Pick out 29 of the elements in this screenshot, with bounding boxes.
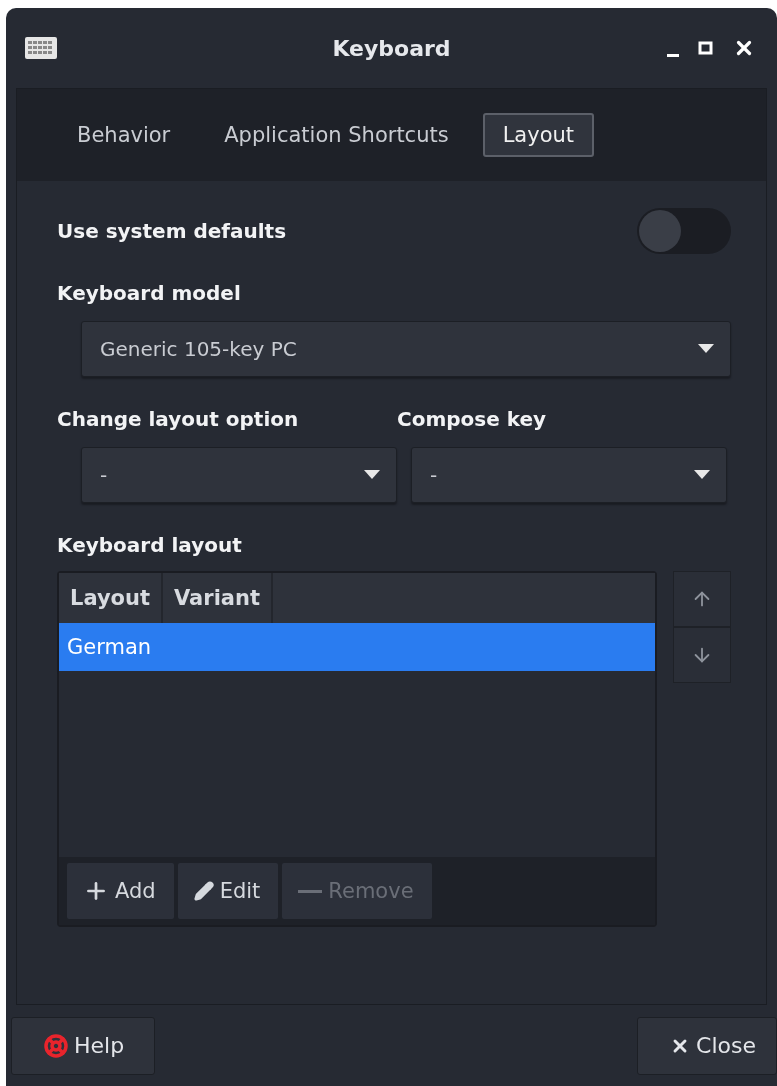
tab[interactable]: Behavior (57, 113, 191, 157)
dropdown[interactable]: - (411, 447, 727, 503)
dropdown[interactable]: - (81, 447, 397, 503)
list-row[interactable]: German (59, 623, 655, 671)
close-dialog-button[interactable]: Close (637, 1016, 777, 1075)
section-label: Compose key (397, 407, 548, 431)
pencil-icon (193, 881, 214, 901)
add-button[interactable]: Add (67, 863, 174, 919)
section-label: Change layout option (57, 407, 300, 431)
section-label: Keyboard model (57, 281, 242, 305)
lifebuoy-icon (44, 1033, 68, 1058)
minus-icon (298, 889, 323, 893)
caret-icon (698, 344, 714, 354)
maximize-icon (697, 39, 715, 57)
dropdown[interactable]: Generic 105-key PC (81, 321, 731, 377)
minimize-icon (667, 53, 679, 57)
maximize-button[interactable] (697, 39, 715, 57)
edit-button[interactable]: Edit (177, 863, 279, 919)
caret-icon (364, 470, 380, 480)
table-cell-text: German (66, 635, 153, 659)
keyboard-icon (24, 36, 58, 60)
tab[interactable]: Application Shortcuts (204, 113, 469, 157)
caret-icon (694, 470, 710, 480)
window-title: Keyboard (332, 35, 451, 61)
tab[interactable]: Layout (482, 113, 595, 157)
section-label: Keyboard layout (57, 533, 243, 557)
option-label: Use system defaults (57, 219, 287, 243)
toggle-switch[interactable] (637, 208, 731, 254)
help-button[interactable]: Help (11, 1016, 156, 1075)
